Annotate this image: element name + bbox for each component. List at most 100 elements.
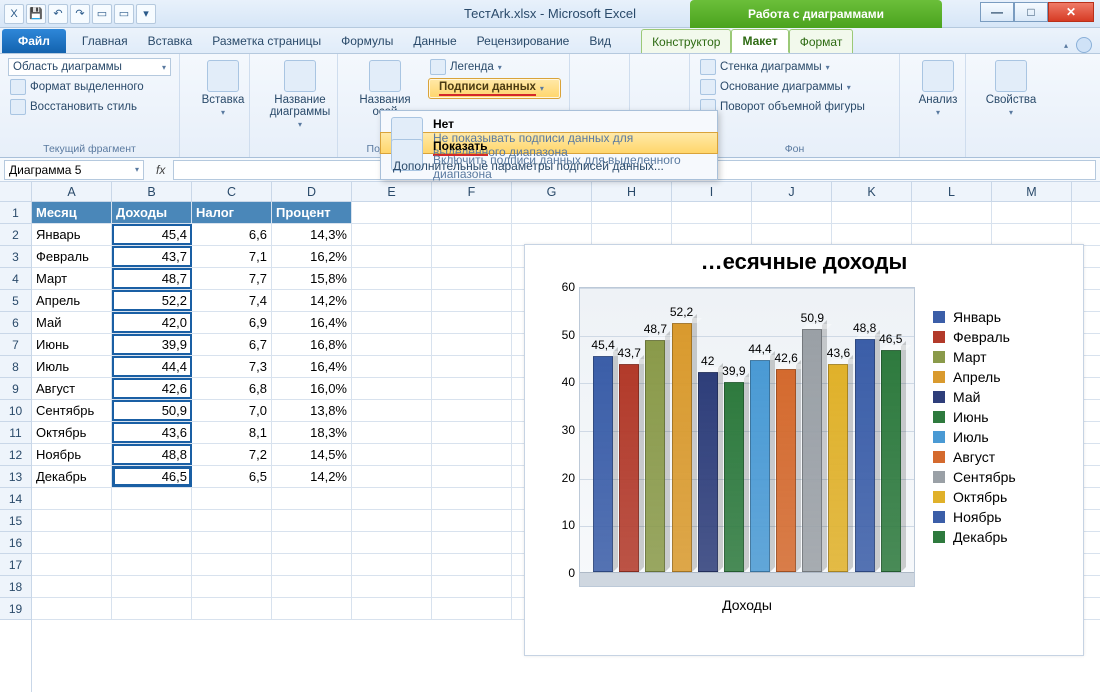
cell[interactable]: 15,8% bbox=[272, 268, 352, 289]
chart-floor-button[interactable]: Основание диаграммы ▾ bbox=[698, 78, 891, 96]
cell[interactable]: 43,6 bbox=[112, 422, 192, 443]
legend-item[interactable]: Январь bbox=[933, 309, 1073, 325]
cell[interactable]: 6,5 bbox=[192, 466, 272, 487]
cell[interactable]: Февраль bbox=[32, 246, 112, 267]
cell[interactable] bbox=[272, 510, 352, 531]
row-header[interactable]: 14 bbox=[0, 488, 31, 510]
cell[interactable]: Июль bbox=[32, 356, 112, 377]
cell[interactable]: 45,4 bbox=[112, 224, 192, 245]
cell[interactable] bbox=[352, 444, 432, 465]
cell[interactable] bbox=[432, 466, 512, 487]
legend-item[interactable]: Март bbox=[933, 349, 1073, 365]
cell[interactable]: 16,0% bbox=[272, 378, 352, 399]
qat-dropdown-icon[interactable]: ▾ bbox=[136, 4, 156, 24]
legend-button[interactable]: Легенда ▾ bbox=[428, 58, 561, 76]
cell[interactable] bbox=[432, 554, 512, 575]
cell[interactable]: Ноябрь bbox=[32, 444, 112, 465]
cell[interactable] bbox=[432, 224, 512, 245]
legend-item[interactable]: Октябрь bbox=[933, 489, 1073, 505]
analysis-button[interactable]: Анализ▾ bbox=[908, 58, 968, 119]
legend-item[interactable]: Сентябрь bbox=[933, 469, 1073, 485]
row-header[interactable]: 7 bbox=[0, 334, 31, 356]
cell[interactable]: 7,7 bbox=[192, 268, 272, 289]
row-header[interactable]: 8 bbox=[0, 356, 31, 378]
row-header[interactable]: 18 bbox=[0, 576, 31, 598]
cell[interactable] bbox=[352, 378, 432, 399]
tab-file[interactable]: Файл bbox=[2, 29, 66, 53]
cell[interactable] bbox=[672, 202, 752, 223]
cell[interactable] bbox=[352, 246, 432, 267]
cell[interactable] bbox=[432, 598, 512, 619]
cell[interactable] bbox=[432, 268, 512, 289]
table-header-cell[interactable]: Доходы bbox=[112, 202, 192, 223]
cell[interactable]: 16,8% bbox=[272, 334, 352, 355]
cell[interactable] bbox=[592, 224, 672, 245]
cell[interactable] bbox=[32, 532, 112, 553]
cell[interactable]: Май bbox=[32, 312, 112, 333]
ribbon-minimize-icon[interactable]: ▴ bbox=[1064, 41, 1068, 50]
column-header[interactable]: E bbox=[352, 182, 432, 201]
cell[interactable]: 14,2% bbox=[272, 290, 352, 311]
cell[interactable]: Апрель bbox=[32, 290, 112, 311]
cell[interactable]: 7,4 bbox=[192, 290, 272, 311]
cell[interactable] bbox=[832, 224, 912, 245]
select-all-corner[interactable] bbox=[0, 182, 32, 202]
cell[interactable]: 7,3 bbox=[192, 356, 272, 377]
maximize-button[interactable]: □ bbox=[1014, 2, 1048, 22]
cell[interactable] bbox=[352, 312, 432, 333]
tab-разметка страницы[interactable]: Разметка страницы bbox=[202, 29, 331, 53]
cell[interactable] bbox=[192, 598, 272, 619]
cell[interactable] bbox=[432, 312, 512, 333]
cell[interactable]: 6,8 bbox=[192, 378, 272, 399]
cell[interactable]: 52,2 bbox=[112, 290, 192, 311]
cell[interactable]: 6,6 bbox=[192, 224, 272, 245]
cell[interactable]: 13,8% bbox=[272, 400, 352, 421]
row-header[interactable]: 9 bbox=[0, 378, 31, 400]
cell[interactable] bbox=[352, 576, 432, 597]
table-header-cell[interactable]: Месяц bbox=[32, 202, 112, 223]
row-header[interactable]: 4 bbox=[0, 268, 31, 290]
cell[interactable]: 43,7 bbox=[112, 246, 192, 267]
cell[interactable] bbox=[272, 532, 352, 553]
cell[interactable] bbox=[432, 422, 512, 443]
cell[interactable]: Сентябрь bbox=[32, 400, 112, 421]
cell[interactable]: Июнь bbox=[32, 334, 112, 355]
help-icon[interactable] bbox=[1076, 37, 1092, 53]
cell[interactable]: Август bbox=[32, 378, 112, 399]
cell[interactable] bbox=[432, 202, 512, 223]
chart-bar[interactable]: 43,6 bbox=[828, 364, 848, 572]
format-selection-button[interactable]: Формат выделенного bbox=[8, 78, 171, 96]
tab-рецензирование[interactable]: Рецензирование bbox=[467, 29, 580, 53]
cell[interactable] bbox=[32, 576, 112, 597]
row-header[interactable]: 11 bbox=[0, 422, 31, 444]
cell[interactable] bbox=[432, 576, 512, 597]
properties-button[interactable]: Свойства▾ bbox=[974, 58, 1048, 119]
row-header[interactable]: 6 bbox=[0, 312, 31, 334]
cell[interactable]: 8,1 bbox=[192, 422, 272, 443]
tab-данные[interactable]: Данные bbox=[403, 29, 466, 53]
legend-item[interactable]: Июнь bbox=[933, 409, 1073, 425]
cell[interactable]: 46,5 bbox=[112, 466, 192, 487]
chart-bar[interactable]: 44,4 bbox=[750, 360, 770, 572]
row-header[interactable]: 15 bbox=[0, 510, 31, 532]
cell[interactable] bbox=[432, 290, 512, 311]
cell[interactable] bbox=[352, 202, 432, 223]
cell[interactable]: 48,7 bbox=[112, 268, 192, 289]
cell[interactable] bbox=[112, 510, 192, 531]
cell[interactable] bbox=[192, 576, 272, 597]
cell[interactable] bbox=[352, 488, 432, 509]
cell[interactable] bbox=[32, 510, 112, 531]
cell[interactable]: 48,8 bbox=[112, 444, 192, 465]
cell[interactable] bbox=[752, 202, 832, 223]
column-header[interactable]: M bbox=[992, 182, 1072, 201]
cell[interactable]: 16,4% bbox=[272, 356, 352, 377]
cell[interactable]: 14,3% bbox=[272, 224, 352, 245]
row-header[interactable]: 10 bbox=[0, 400, 31, 422]
chart-bar[interactable]: 39,9 bbox=[724, 382, 744, 572]
cell[interactable] bbox=[272, 576, 352, 597]
cell[interactable] bbox=[592, 202, 672, 223]
reset-style-button[interactable]: Восстановить стиль bbox=[8, 98, 171, 116]
cell[interactable] bbox=[352, 510, 432, 531]
cell[interactable] bbox=[32, 488, 112, 509]
cell[interactable] bbox=[112, 576, 192, 597]
